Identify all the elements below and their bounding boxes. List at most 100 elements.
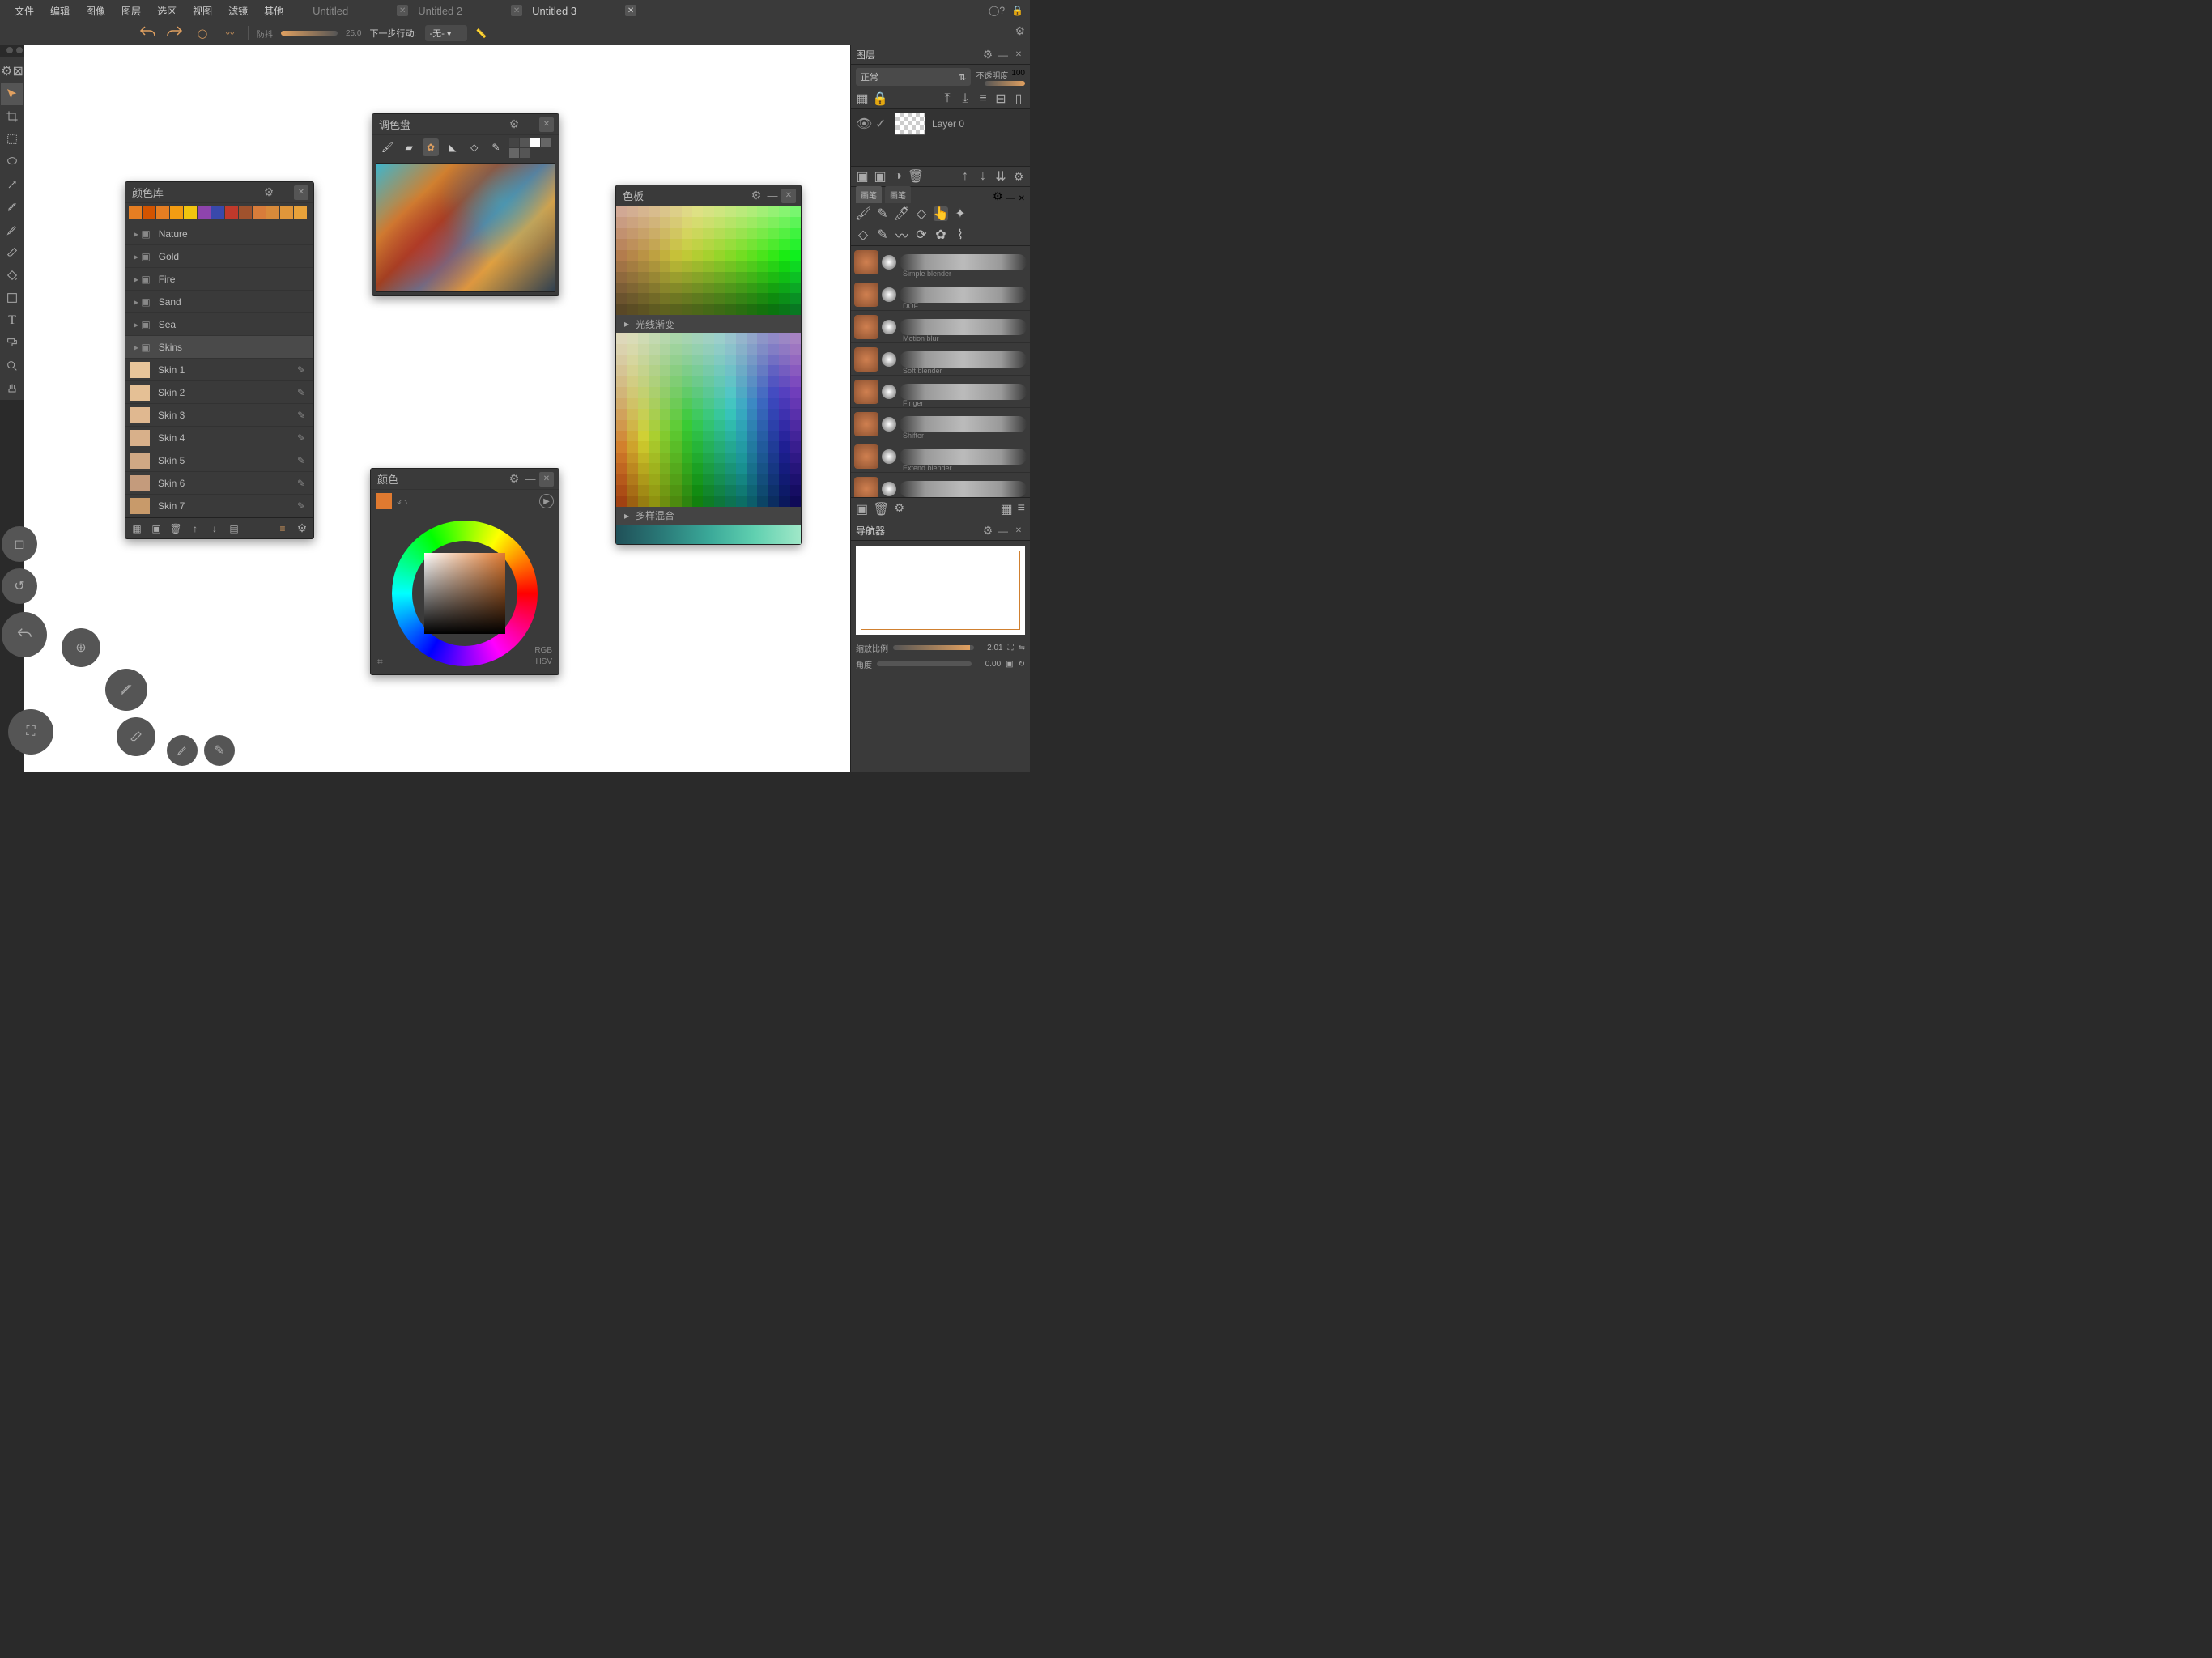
- minimize-icon[interactable]: [523, 117, 538, 132]
- brush-cat-icon[interactable]: ◇: [914, 206, 929, 221]
- play-icon[interactable]: ▶: [539, 494, 554, 508]
- layer-lock-all-icon[interactable]: ▦: [856, 92, 869, 105]
- brush-sub-icon[interactable]: ⌇: [953, 227, 968, 242]
- folder-item[interactable]: ▸ ▣Gold: [125, 245, 313, 268]
- align-center-icon[interactable]: ≡: [976, 92, 989, 105]
- menu-image[interactable]: 图像: [78, 1, 113, 21]
- minimize-icon[interactable]: [997, 49, 1010, 62]
- zoom-slider[interactable]: [893, 645, 974, 650]
- menu-other[interactable]: 其他: [256, 1, 291, 21]
- skin-item[interactable]: Skin 7✎: [125, 495, 313, 517]
- redo-icon[interactable]: [165, 23, 185, 43]
- mask-icon[interactable]: ◑: [891, 170, 904, 183]
- polyline-icon[interactable]: 〰: [220, 23, 240, 43]
- up-icon[interactable]: ↑: [959, 170, 972, 183]
- brush-item[interactable]: Extend blender: [851, 440, 1030, 473]
- move-tool[interactable]: [1, 83, 23, 105]
- skin-item[interactable]: Skin 6✎: [125, 472, 313, 495]
- gear-icon[interactable]: [749, 189, 764, 203]
- rotate-icon[interactable]: ↻: [1019, 660, 1025, 669]
- gear-icon[interactable]: [296, 522, 308, 535]
- minimize-icon[interactable]: [1006, 193, 1015, 203]
- brush-sub-icon[interactable]: ⟳: [914, 227, 929, 242]
- minimize-icon[interactable]: [278, 185, 292, 200]
- lasso-icon[interactable]: ◯: [193, 23, 212, 43]
- list-icon[interactable]: ≡: [276, 522, 289, 535]
- lasso-tool[interactable]: [1, 151, 23, 173]
- list-view-icon[interactable]: ≡: [1018, 501, 1025, 517]
- grid-section-label[interactable]: ▸光线渐变: [616, 315, 801, 333]
- skin-item[interactable]: Skin 3✎: [125, 404, 313, 427]
- down-icon[interactable]: ↓: [976, 170, 989, 183]
- brush-item[interactable]: Motion blur: [851, 311, 1030, 343]
- swatch[interactable]: [143, 206, 155, 219]
- swatch[interactable]: [156, 206, 169, 219]
- knife-icon[interactable]: ◣: [444, 138, 461, 156]
- menu-file[interactable]: 文件: [6, 1, 42, 21]
- new-layer-icon[interactable]: ▣: [856, 170, 869, 183]
- quick-brush-button[interactable]: [167, 735, 198, 766]
- skin-item[interactable]: Skin 4✎: [125, 427, 313, 449]
- navigator-thumbnail[interactable]: [856, 546, 1025, 635]
- crop-tool[interactable]: [1, 105, 23, 128]
- eraser-tool[interactable]: [1, 241, 23, 264]
- quick-frame-button[interactable]: ◻: [2, 526, 37, 562]
- align-icon[interactable]: ⊟: [994, 92, 1007, 105]
- mixer-mini-swatches[interactable]: [509, 138, 552, 158]
- quick-eraser-button[interactable]: [117, 717, 155, 756]
- brush-cat-icon[interactable]: ✦: [953, 206, 968, 221]
- quick-undo-button[interactable]: [2, 612, 47, 657]
- opacity-slider[interactable]: [985, 81, 1025, 86]
- gear-icon[interactable]: [1015, 24, 1025, 39]
- thumbnail-view-icon[interactable]: ▦: [1001, 501, 1013, 517]
- close-icon[interactable]: [625, 5, 636, 16]
- gear-icon[interactable]: [981, 49, 994, 62]
- swatch[interactable]: [253, 206, 266, 219]
- close-icon[interactable]: [511, 5, 522, 16]
- close-icon[interactable]: [1012, 525, 1025, 538]
- folder-item[interactable]: ▸ ▣Sand: [125, 291, 313, 313]
- quick-resize-button[interactable]: ⊕: [62, 628, 100, 667]
- align-bottom-icon[interactable]: ⤓: [959, 92, 972, 105]
- menu-filter[interactable]: 滤镜: [220, 1, 256, 21]
- flip-icon[interactable]: ⇋: [1019, 644, 1025, 653]
- crop-icon[interactable]: ⌗: [377, 656, 383, 668]
- quick-eyedropper-button[interactable]: [105, 669, 147, 711]
- tab-untitled-2[interactable]: Untitled 2: [413, 5, 527, 17]
- menu-select[interactable]: 选区: [149, 1, 185, 21]
- minimize-icon[interactable]: [997, 525, 1010, 538]
- close-icon[interactable]: [1012, 49, 1025, 62]
- close-icon[interactable]: [294, 185, 308, 200]
- brush-cat-icon[interactable]: 👆: [934, 206, 948, 221]
- quick-rotate-button[interactable]: ↺: [2, 568, 37, 604]
- layer-thumbnail[interactable]: [895, 113, 925, 135]
- tab-untitled-1[interactable]: Untitled: [308, 5, 413, 17]
- folder-item[interactable]: ▸ ▣Fire: [125, 268, 313, 291]
- eraser-icon[interactable]: ◇: [466, 138, 483, 156]
- gear-icon[interactable]: [1012, 170, 1025, 183]
- angle-slider[interactable]: [877, 661, 972, 666]
- folder-icon[interactable]: ▣: [874, 170, 887, 183]
- brush-tab[interactable]: 画笔: [885, 186, 911, 203]
- close-icon[interactable]: [1019, 193, 1025, 203]
- hsv-mode[interactable]: HSV: [534, 657, 552, 668]
- close-icon[interactable]: [539, 472, 554, 487]
- trash-icon[interactable]: 🗑: [169, 522, 182, 535]
- brush-item[interactable]: Shifter: [851, 408, 1030, 440]
- folder-item[interactable]: ▸ ▣Sea: [125, 313, 313, 336]
- gear-icon[interactable]: [262, 185, 276, 200]
- folder-item[interactable]: ▸ ▣Nature: [125, 223, 313, 245]
- swatch[interactable]: [294, 206, 307, 219]
- quick-fullscreen-button[interactable]: ⛶: [8, 709, 53, 755]
- brush-item[interactable]: Simple blender: [851, 246, 1030, 278]
- gradient-bar[interactable]: [616, 525, 801, 544]
- grid-section-label[interactable]: ▸多样混合: [616, 507, 801, 525]
- merge-icon[interactable]: ⇊: [994, 170, 1007, 183]
- gear-icon[interactable]: [993, 189, 1003, 203]
- undo-icon[interactable]: [138, 23, 157, 43]
- brush-cat-icon[interactable]: ✎: [875, 206, 890, 221]
- menu-layer[interactable]: 图层: [113, 1, 149, 21]
- blend-mode-select[interactable]: 正常⇅: [856, 68, 971, 86]
- mixer-canvas[interactable]: [376, 163, 555, 292]
- fill-tool[interactable]: [1, 264, 23, 287]
